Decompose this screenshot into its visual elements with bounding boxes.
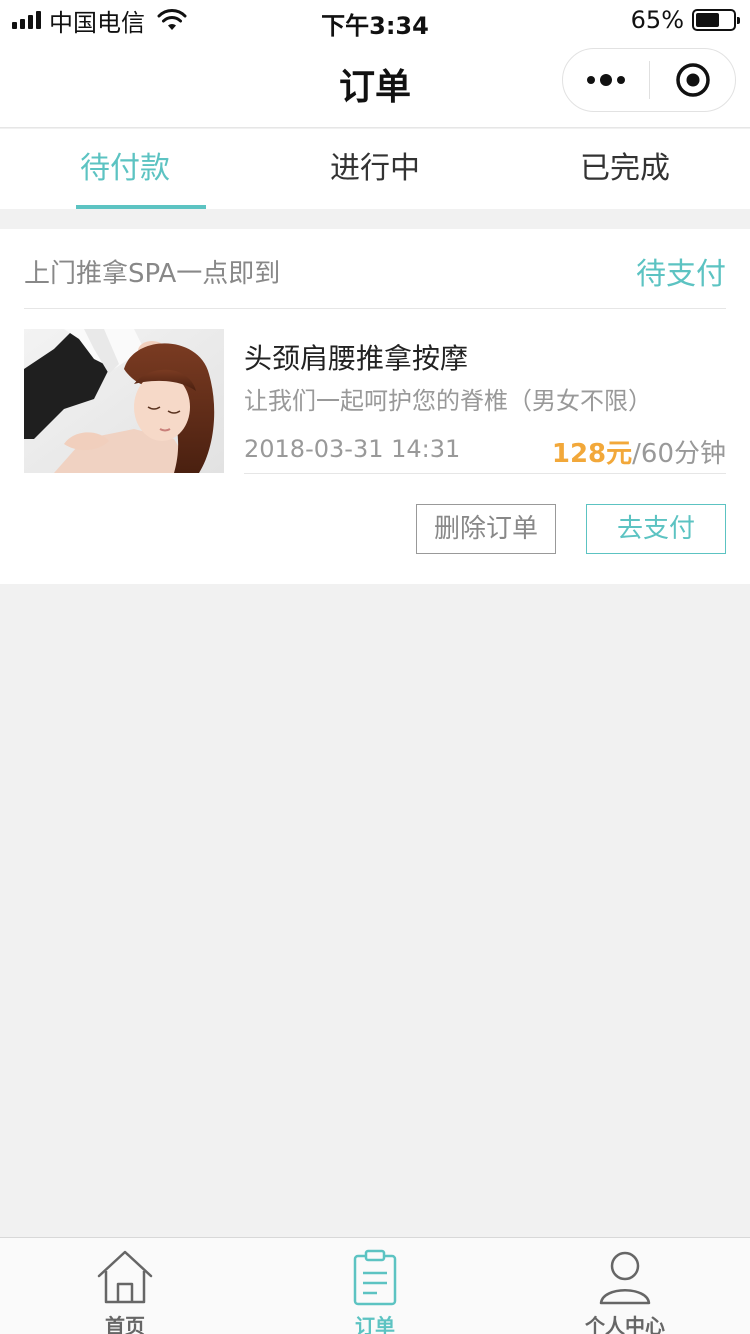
battery-icon	[692, 9, 740, 31]
price: 128元	[551, 439, 633, 469]
battery-level	[696, 13, 720, 27]
tabbar-label-profile: 个人中心	[585, 1314, 665, 1334]
order-status-tabs: 待付款 进行中 已完成	[0, 129, 750, 209]
price-block: 128元/60分钟	[552, 433, 726, 470]
tabbar-item-profile[interactable]: 个人中心	[500, 1238, 750, 1334]
more-menu-button[interactable]	[563, 49, 649, 111]
mini-program-capsule	[562, 48, 736, 112]
product-description: 让我们一起呵护您的脊椎（男女不限）	[244, 387, 652, 415]
pay-button[interactable]: 去支付	[586, 504, 726, 554]
target-icon	[675, 63, 710, 97]
tabbar-item-home[interactable]: 首页	[0, 1238, 250, 1334]
shop-name: 上门推拿SPA一点即到	[24, 259, 281, 289]
battery-percent: 65%	[630, 6, 684, 34]
duration: /60分钟	[632, 439, 726, 469]
product-image[interactable]	[24, 329, 224, 473]
product-info: 头颈肩腰推拿按摩 让我们一起呵护您的脊椎（男女不限） 2018-03-31 14…	[244, 329, 726, 474]
user-profile-icon	[599, 1251, 651, 1305]
order-status: 待支付	[636, 257, 726, 292]
shop-row: 上门推拿SPA一点即到 待支付	[24, 229, 726, 309]
tabbar-label-orders: 订单	[355, 1314, 395, 1334]
status-right: 65%	[630, 6, 740, 34]
home-icon	[97, 1250, 153, 1304]
tabbar-label-home: 首页	[105, 1314, 145, 1334]
tab-pending-payment[interactable]: 待付款	[0, 129, 250, 209]
close-mini-program-button[interactable]	[650, 49, 735, 111]
order-clipboard-icon	[353, 1249, 397, 1306]
battery-cap	[737, 17, 740, 24]
order-card: 上门推拿SPA一点即到 待支付 头颈肩腰推拿按摩 让我们一起呵护您的脊椎（男女不…	[0, 229, 750, 584]
tab-completed[interactable]: 已完成	[500, 129, 750, 209]
nav-bar: 订单	[0, 40, 750, 128]
tabbar-item-orders[interactable]: 订单	[250, 1238, 500, 1334]
status-bar: 中国电信 下午3:34 65%	[0, 0, 750, 40]
bottom-tab-bar: 首页 订单 个人中心	[0, 1237, 750, 1334]
product-name: 头颈肩腰推拿按摩	[244, 342, 469, 375]
tab-in-progress[interactable]: 进行中	[250, 129, 500, 209]
order-time: 2018-03-31 14:31	[244, 435, 461, 463]
delete-order-button[interactable]: 删除订单	[416, 504, 556, 554]
